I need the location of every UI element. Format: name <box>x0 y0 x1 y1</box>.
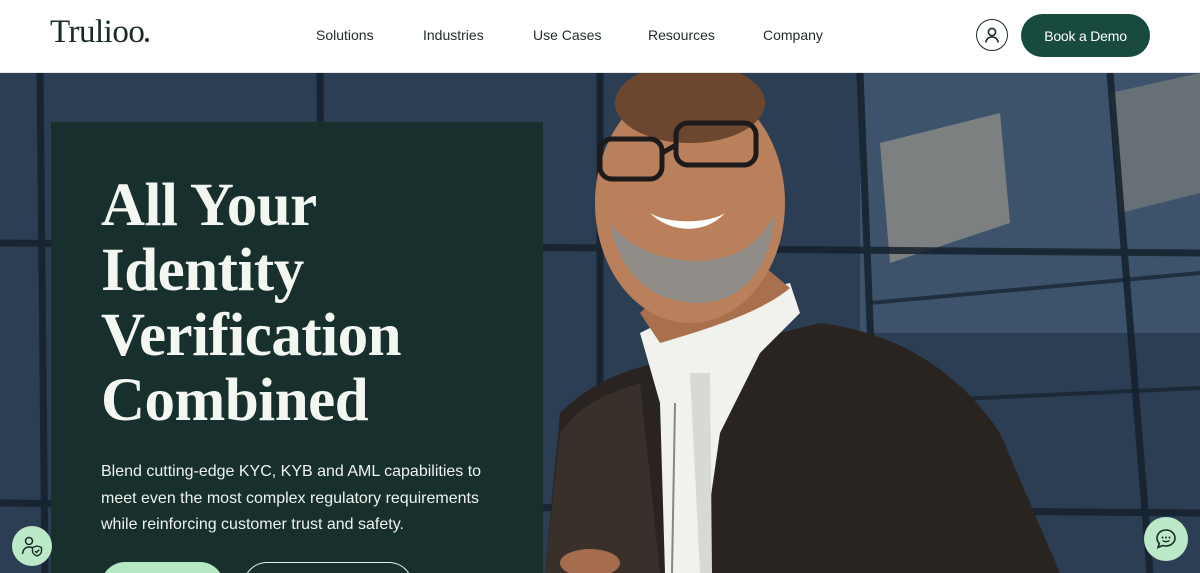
hero-subtext: Blend cutting-edge KYC, KYB and AML capa… <box>101 463 482 533</box>
hero-section: All Your Identity Verification Combined … <box>0 73 1200 573</box>
nav-industries[interactable]: Industries <box>423 26 484 44</box>
nav-solutions[interactable]: Solutions <box>316 26 374 44</box>
account-button[interactable] <box>976 19 1008 51</box>
chat-bubble-icon <box>1156 529 1176 549</box>
accessibility-widget-button[interactable] <box>12 526 52 566</box>
nav-resources[interactable]: Resources <box>648 26 715 44</box>
headline-line: Combined <box>101 367 369 434</box>
chat-widget-button[interactable] <box>1144 517 1188 561</box>
headline-line: All Your <box>101 172 317 239</box>
nav-company[interactable]: Company <box>763 26 823 44</box>
nav-use-cases[interactable]: Use Cases <box>533 26 601 44</box>
headline-line: Verification <box>101 302 402 369</box>
secondary-cta-button[interactable] <box>243 562 413 573</box>
logo[interactable]: Trulioo <box>50 14 150 50</box>
site-header: Trulioo Solutions Industries Use Cases R… <box>0 0 1200 73</box>
primary-cta-button[interactable] <box>101 562 224 573</box>
hero-headline: All Your Identity Verification Combined <box>101 173 521 433</box>
book-demo-button[interactable]: Book a Demo <box>1021 14 1150 57</box>
logo-text: Trulioo <box>50 14 145 50</box>
headline-line: Identity <box>101 237 304 304</box>
user-shield-icon <box>21 536 43 557</box>
user-circle-icon <box>985 27 999 43</box>
logo-dot <box>145 38 150 42</box>
